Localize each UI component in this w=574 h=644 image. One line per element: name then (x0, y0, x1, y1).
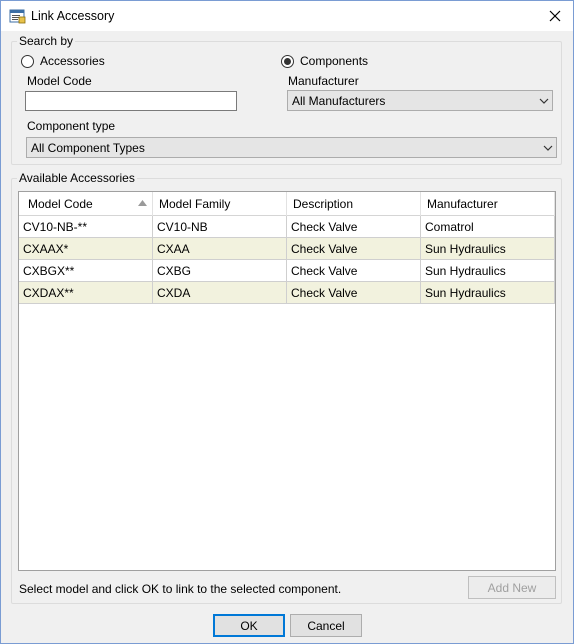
component-type-dropdown[interactable]: All Component Types (26, 137, 557, 158)
table-row[interactable]: CXBGX** CXBG Check Valve Sun Hydraulics (19, 260, 555, 282)
component-type-label: Component type (27, 119, 116, 133)
radio-accessories[interactable]: Accessories (21, 54, 105, 68)
table-row[interactable]: CXDAX** CXDA Check Valve Sun Hydraulics (19, 282, 555, 304)
window-title: Link Accessory (31, 9, 115, 23)
cell-model-code: CXBGX** (19, 260, 153, 282)
radio-accessories-label: Accessories (40, 54, 105, 68)
table-header: Model Code Model Family Description Manu… (19, 192, 555, 216)
column-header-manufacturer[interactable]: Manufacturer (421, 192, 555, 216)
cell-model-code: CXDAX** (19, 282, 153, 304)
search-by-label: Search by (17, 34, 76, 48)
table-row[interactable]: CXAAX* CXAA Check Valve Sun Hydraulics (19, 238, 555, 260)
dialog-icon (9, 9, 26, 24)
available-accessories-label: Available Accessories (17, 171, 137, 185)
cell-manufacturer: Sun Hydraulics (421, 282, 555, 304)
radio-components-circle[interactable] (281, 54, 294, 68)
cell-model-code: CXAAX* (19, 238, 153, 260)
cell-model-family: CXDA (153, 282, 287, 304)
model-code-label: Model Code (27, 74, 92, 88)
title-bar: Link Accessory (1, 1, 573, 31)
column-header-description[interactable]: Description (287, 192, 421, 216)
hint-text: Select model and click OK to link to the… (19, 582, 342, 596)
model-code-input[interactable] (25, 91, 237, 111)
chevron-down-icon (536, 91, 552, 110)
cell-model-family: CV10-NB (153, 216, 287, 238)
radio-components[interactable]: Components (281, 54, 368, 68)
cell-model-code: CV10-NB-** (19, 216, 153, 238)
table-row[interactable]: CV10-NB-** CV10-NB Check Valve Comatrol (19, 216, 555, 238)
ok-button[interactable]: OK (213, 614, 285, 637)
radio-components-label: Components (300, 54, 369, 68)
table-body: CV10-NB-** CV10-NB Check Valve Comatrol … (19, 216, 555, 304)
cell-description: Check Valve (287, 282, 421, 304)
column-header-label: Model Family (159, 197, 231, 211)
manufacturer-value: All Manufacturers (292, 93, 386, 108)
cell-description: Check Valve (287, 238, 421, 260)
cell-model-family: CXBG (153, 260, 287, 282)
manufacturer-label: Manufacturer (288, 74, 359, 88)
sort-ascending-icon (138, 200, 147, 206)
cancel-button[interactable]: Cancel (290, 614, 362, 637)
component-type-value: All Component Types (31, 140, 145, 155)
cell-description: Check Valve (287, 216, 421, 238)
link-accessory-dialog: Link Accessory Search by Accessories Com… (0, 0, 574, 644)
cell-manufacturer: Sun Hydraulics (421, 238, 555, 260)
close-icon[interactable] (545, 6, 565, 26)
column-header-label: Manufacturer (427, 197, 498, 211)
column-header-model-code[interactable]: Model Code (19, 192, 153, 216)
column-header-label: Description (293, 197, 354, 211)
radio-accessories-circle[interactable] (21, 54, 34, 68)
chevron-down-icon (540, 138, 556, 157)
cell-manufacturer: Sun Hydraulics (421, 260, 555, 282)
column-header-model-family[interactable]: Model Family (153, 192, 287, 216)
cell-manufacturer: Comatrol (421, 216, 555, 238)
cell-model-family: CXAA (153, 238, 287, 260)
cell-description: Check Valve (287, 260, 421, 282)
column-header-label: Model Code (28, 197, 93, 211)
accessories-table[interactable]: Model Code Model Family Description Manu… (18, 191, 556, 571)
add-new-button[interactable]: Add New (468, 576, 556, 599)
manufacturer-dropdown[interactable]: All Manufacturers (287, 90, 553, 111)
